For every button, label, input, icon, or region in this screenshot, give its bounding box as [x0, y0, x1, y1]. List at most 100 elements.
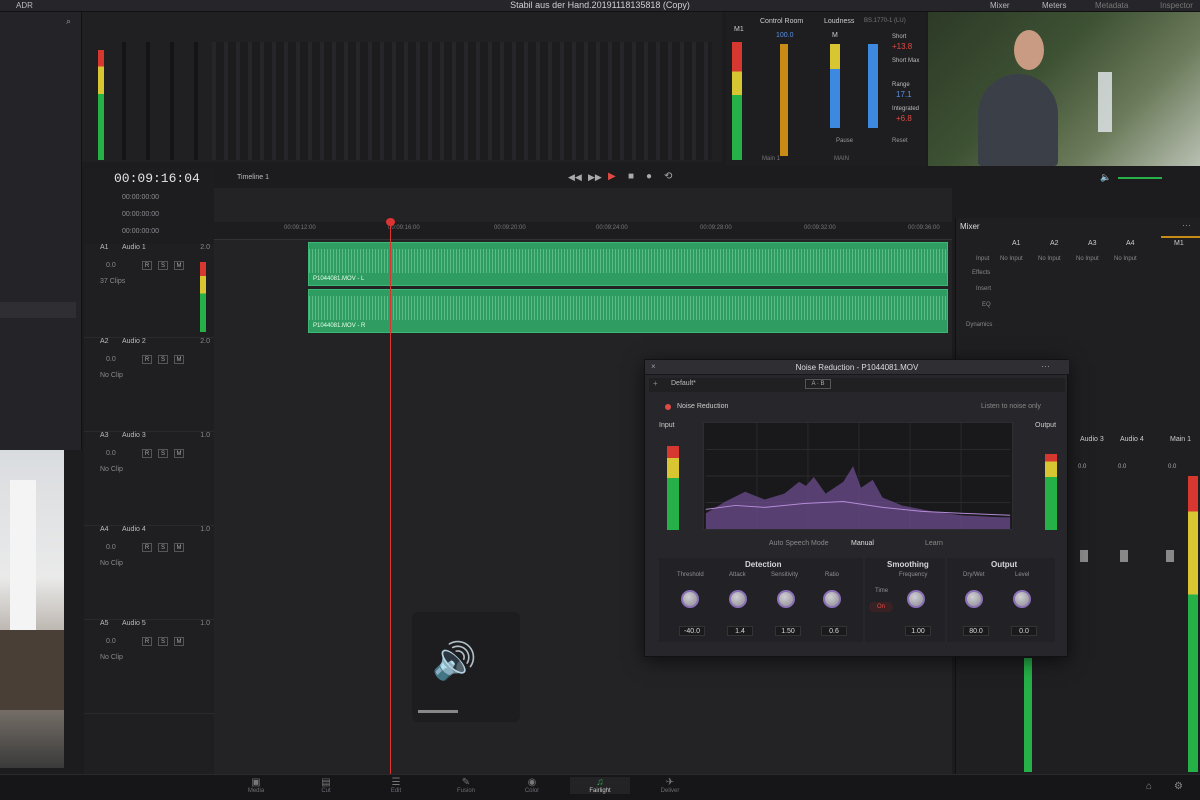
track-name[interactable]: Audio 3 — [122, 432, 146, 439]
solo-button[interactable]: S — [158, 543, 168, 552]
input-a4[interactable]: No Input — [1114, 256, 1137, 262]
input-a2[interactable]: No Input — [1038, 256, 1061, 262]
noise-reduction-window[interactable]: × Noise Reduction - P1044081.MOV ··· + D… — [644, 359, 1069, 657]
fader-main1[interactable] — [1166, 550, 1174, 562]
track-volume[interactable]: 0.0 — [106, 544, 116, 551]
audio-clip-left[interactable]: P1044081.MOV - L — [308, 242, 948, 286]
sensitivity-value[interactable]: 1.50 — [775, 626, 801, 636]
solo-button[interactable]: S — [158, 355, 168, 364]
playhead-handle[interactable] — [386, 218, 395, 226]
selected-list-row[interactable] — [0, 302, 76, 318]
home-icon[interactable]: ⌂ — [1146, 781, 1152, 792]
plugin-enable-icon[interactable] — [665, 404, 671, 410]
sensitivity-knob[interactable] — [777, 590, 795, 608]
level-value[interactable]: 0.0 — [1011, 626, 1037, 636]
timeline-ruler[interactable]: 00:09:12:00 00:09:16:00 00:09:20:00 00:0… — [214, 222, 952, 240]
track-a5[interactable]: A5 Audio 5 1.0 0.0 R S M No Clip — [84, 620, 214, 714]
more-icon[interactable]: ··· — [1041, 361, 1050, 371]
mute-button[interactable]: M — [174, 637, 184, 646]
adr-tab[interactable]: ADR — [16, 0, 33, 11]
search-icon[interactable]: ⌕ — [66, 16, 71, 27]
preset-select[interactable]: Default* — [671, 380, 696, 387]
solo-button[interactable]: S — [158, 449, 168, 458]
record-arm-button[interactable]: R — [142, 449, 152, 458]
ratio-value[interactable]: 0.6 — [821, 626, 847, 636]
record-arm-button[interactable]: R — [142, 637, 152, 646]
solo-button[interactable]: S — [158, 637, 168, 646]
track-name[interactable]: Audio 2 — [122, 338, 146, 345]
page-fusion[interactable]: ✎ Fusion — [436, 777, 496, 794]
fader-audio3[interactable] — [1080, 550, 1088, 562]
frequency-knob[interactable] — [907, 590, 925, 608]
fader-audio4[interactable] — [1120, 550, 1128, 562]
record-arm-button[interactable]: R — [142, 543, 152, 552]
tab-mixer[interactable]: Mixer — [990, 0, 1010, 11]
track-a3[interactable]: A3 Audio 3 1.0 0.0 R S M No Clip — [84, 432, 214, 526]
tab-metadata[interactable]: Metadata — [1095, 0, 1128, 11]
record-arm-button[interactable]: R — [142, 355, 152, 364]
ratio-knob[interactable] — [823, 590, 841, 608]
record-arm-button[interactable]: R — [142, 261, 152, 270]
level-knob[interactable] — [1013, 590, 1031, 608]
mute-button[interactable]: M — [174, 543, 184, 552]
time-toggle[interactable]: On — [869, 602, 893, 612]
video-viewer[interactable] — [928, 12, 1200, 166]
track-volume[interactable]: 0.0 — [106, 450, 116, 457]
track-name[interactable]: Audio 5 — [122, 620, 146, 627]
drywet-knob[interactable] — [965, 590, 983, 608]
speaker-icon[interactable]: 🔈 — [1100, 172, 1111, 183]
timeline-select[interactable]: Timeline 1 — [237, 174, 269, 181]
attack-value[interactable]: 1.4 — [727, 626, 753, 636]
page-edit[interactable]: ☰ Edit — [366, 777, 426, 794]
more-icon[interactable]: ··· — [1182, 220, 1191, 230]
listen-noise-toggle[interactable]: Listen to noise only — [981, 403, 1041, 410]
playhead[interactable] — [390, 222, 391, 774]
track-volume[interactable]: 0.0 — [106, 262, 116, 269]
threshold-value[interactable]: -40.0 — [679, 626, 705, 636]
drywet-value[interactable]: 80.0 — [963, 626, 989, 636]
track-a2[interactable]: A2 Audio 2 2.0 0.0 R S M No Clip — [84, 338, 214, 432]
track-a1[interactable]: A1 Audio 1 2.0 0.0 R S M 37 Clips — [84, 244, 214, 338]
page-color[interactable]: ◉ Color — [502, 777, 562, 794]
main-left-select[interactable]: Main 1 — [762, 156, 780, 162]
gear-icon[interactable]: ⚙ — [1174, 781, 1183, 792]
reset-button[interactable]: Reset — [892, 138, 908, 144]
stop-icon[interactable]: ■ — [628, 171, 634, 182]
track-name[interactable]: Audio 4 — [122, 526, 146, 533]
play-icon[interactable]: ▶ — [608, 171, 616, 182]
input-a1[interactable]: No Input — [1000, 256, 1023, 262]
solo-button[interactable]: S — [158, 261, 168, 270]
record-icon[interactable]: ● — [646, 171, 652, 182]
frequency-value[interactable]: 1.00 — [905, 626, 931, 636]
mixer-col-a2: A2 — [1050, 240, 1059, 247]
attack-knob[interactable] — [729, 590, 747, 608]
mute-button[interactable]: M — [174, 449, 184, 458]
page-media[interactable]: ▣ Media — [226, 777, 286, 794]
learn-button[interactable]: Learn — [925, 540, 943, 547]
auto-speech-mode[interactable]: Auto Speech Mode — [769, 540, 829, 547]
ab-compare-button[interactable]: A · B — [805, 379, 831, 389]
loop-icon[interactable]: ⟲ — [664, 171, 672, 182]
track-volume[interactable]: 0.0 — [106, 356, 116, 363]
tab-meters[interactable]: Meters — [1042, 0, 1066, 11]
page-cut[interactable]: ▤ Cut — [296, 777, 356, 794]
input-a3[interactable]: No Input — [1076, 256, 1099, 262]
track-a4[interactable]: A4 Audio 4 1.0 0.0 R S M No Clip — [84, 526, 214, 620]
track-name[interactable]: Audio 1 — [122, 244, 146, 251]
audio-clip-right[interactable]: P1044081.MOV - R — [308, 289, 948, 333]
manual-mode[interactable]: Manual — [851, 540, 874, 547]
rewind-icon[interactable]: ◀◀ — [568, 172, 582, 183]
pause-button[interactable]: Pause — [836, 138, 853, 144]
page-deliver[interactable]: ✈ Deliver — [640, 777, 700, 794]
mute-button[interactable]: M — [174, 355, 184, 364]
threshold-knob[interactable] — [681, 590, 699, 608]
track-volume[interactable]: 0.0 — [106, 638, 116, 645]
tab-inspector[interactable]: Inspector — [1160, 0, 1193, 11]
add-icon[interactable]: + — [653, 379, 658, 388]
page-fairlight[interactable]: ♫ Fairlight — [570, 777, 630, 794]
noise-spectrum-graph[interactable] — [703, 422, 1013, 530]
fast-forward-icon[interactable]: ▶▶ — [588, 172, 602, 183]
viewer-volume-slider[interactable] — [1118, 177, 1162, 179]
mute-button[interactable]: M — [174, 261, 184, 270]
main-right-select[interactable]: MAIN — [834, 156, 849, 162]
